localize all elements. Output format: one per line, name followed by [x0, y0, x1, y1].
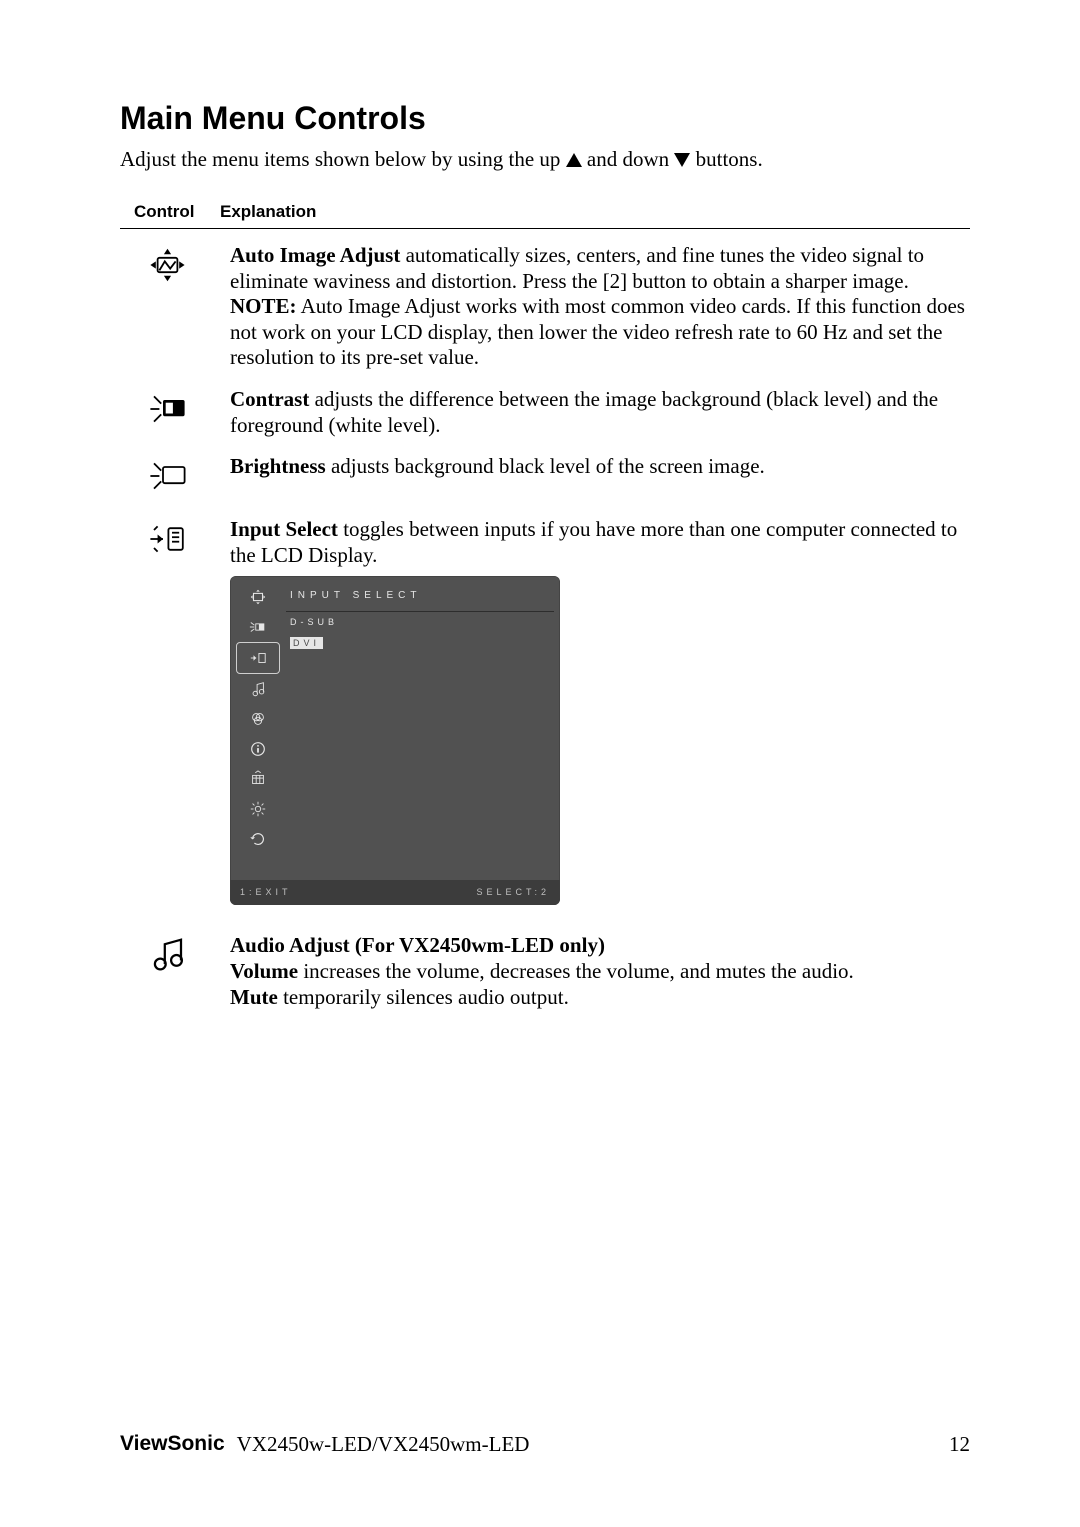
auto-image-adjust-text: Auto Image Adjust automatically sizes, c…: [230, 243, 970, 371]
osd-auto-image-icon: [236, 582, 280, 612]
up-arrow-icon: [566, 153, 582, 167]
osd-title: INPUT SELECT: [286, 582, 554, 611]
row-audio-adjust: Audio Adjust (For VX2450wm-LED only) Vol…: [120, 933, 970, 1010]
table-header-row: Control Explanation: [120, 202, 970, 229]
osd-option-dvi: DVI: [286, 633, 554, 654]
intro-text-b: and down: [587, 147, 675, 171]
intro-text-a: Adjust the menu items shown below by usi…: [120, 147, 566, 171]
page-title: Main Menu Controls: [120, 100, 970, 137]
audio-adjust-icon: [120, 933, 230, 1010]
brightness-text: Brightness adjusts background black leve…: [230, 454, 970, 501]
osd-select-label: SELECT:2: [476, 887, 550, 898]
note-bold: NOTE:: [230, 294, 297, 318]
osd-contrast-icon: [236, 612, 280, 642]
input-select-bold: Input Select: [230, 517, 338, 541]
header-control: Control: [120, 202, 220, 222]
audio-title: Audio Adjust (For VX2450wm-LED only): [230, 933, 605, 957]
down-arrow-icon: [674, 153, 690, 167]
note-text: Auto Image Adjust works with most common…: [230, 294, 965, 369]
intro-text-c: buttons.: [696, 147, 763, 171]
row-contrast: Contrast adjusts the difference between …: [120, 387, 970, 438]
header-explanation: Explanation: [220, 202, 970, 222]
input-select-icon: [120, 517, 230, 917]
brightness-desc: adjusts background black level of the sc…: [326, 454, 765, 478]
osd-recall-icon: [236, 824, 280, 854]
osd-color-icon: [236, 704, 280, 734]
osd-icon-list: [236, 582, 280, 854]
audio-mute-desc: temporarily silences audio output.: [278, 985, 569, 1009]
osd-audio-icon: [236, 674, 280, 704]
row-input-select: Input Select toggles between inputs if y…: [120, 517, 970, 917]
row-brightness: Brightness adjusts background black leve…: [120, 454, 970, 501]
osd-manual-adjust-icon: [236, 764, 280, 794]
row-auto-image-adjust: Auto Image Adjust automatically sizes, c…: [120, 243, 970, 371]
audio-adjust-text: Audio Adjust (For VX2450wm-LED only) Vol…: [230, 933, 970, 1010]
contrast-desc: adjusts the difference between the image…: [230, 387, 938, 437]
brightness-icon: [120, 454, 230, 501]
audio-mute-bold: Mute: [230, 985, 278, 1009]
intro-line: Adjust the menu items shown below by usi…: [120, 147, 970, 172]
input-select-desc: toggles between inputs if you have more …: [230, 517, 957, 567]
audio-volume-bold: Volume: [230, 959, 298, 983]
footer-brand: ViewSonic: [120, 1432, 225, 1457]
osd-exit-label: 1:EXIT: [240, 887, 292, 898]
audio-volume-desc: increases the volume, decreases the volu…: [298, 959, 854, 983]
contrast-icon: [120, 387, 230, 438]
auto-image-adjust-icon: [120, 243, 230, 371]
osd-setup-icon: [236, 794, 280, 824]
osd-panel: INPUT SELECT D-SUB DVI 1:EXIT SELECT:2: [230, 576, 560, 905]
contrast-bold: Contrast: [230, 387, 309, 411]
input-select-text: Input Select toggles between inputs if y…: [230, 517, 970, 917]
footer-model: VX2450w-LED/VX2450wm-LED: [237, 1432, 530, 1457]
footer-page-number: 12: [949, 1432, 970, 1457]
osd-input-select-icon: [236, 642, 280, 674]
contrast-text: Contrast adjusts the difference between …: [230, 387, 970, 438]
osd-info-icon: [236, 734, 280, 764]
osd-footer: 1:EXIT SELECT:2: [230, 880, 560, 905]
page: Main Menu Controls Adjust the menu items…: [0, 0, 1080, 1527]
osd-option-dsub: D-SUB: [286, 612, 554, 633]
auto-image-bold: Auto Image Adjust: [230, 243, 400, 267]
page-footer: ViewSonic VX2450w-LED/VX2450wm-LED 12: [120, 1432, 970, 1457]
brightness-bold: Brightness: [230, 454, 326, 478]
